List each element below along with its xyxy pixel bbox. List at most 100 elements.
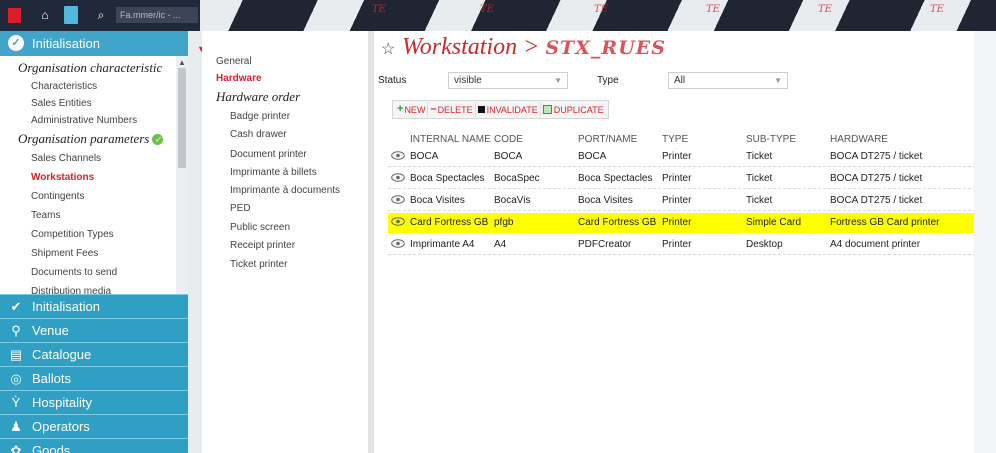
type-value: All [674, 75, 686, 86]
invalidate-button[interactable]: INVALIDATE [476, 102, 541, 117]
submenu-item-shipment-fees[interactable]: Shipment Fees [31, 248, 98, 259]
duplicate-button[interactable]: DUPLICATE [541, 102, 606, 117]
cell-type: Printer [662, 217, 692, 228]
column-header-hardware[interactable]: HARDWARE [830, 134, 888, 145]
column-header-code[interactable]: CODE [494, 134, 523, 145]
table-row[interactable]: Boca Spectacles BocaSpec Boca Spectacles Pr… [388, 169, 976, 189]
search-field[interactable]: Fa.mmer/ic - ... [116, 7, 198, 23]
nav-item-catalogue[interactable]: ▤ Catalogue [0, 342, 188, 366]
nav-item-venue[interactable]: ⚲ Venue [0, 318, 188, 342]
cell-hardware: BOCA DT275 / ticket [830, 151, 923, 162]
cell-sub-type: Ticket [746, 173, 773, 184]
submenu-item-sales-entities[interactable]: Sales Entities [31, 98, 92, 109]
menu-item-ticket-printer-fr[interactable]: Imprimante à billets [230, 167, 317, 178]
table-row[interactable]: Card Fortress GB pfgb Card Fortress GB Prin… [388, 213, 976, 233]
menu-item-cash-drawer[interactable]: Cash drawer [230, 129, 287, 140]
cell-sub-type: Desktop [746, 239, 783, 250]
menu-item-general[interactable]: General [216, 56, 252, 67]
panel-separator [188, 31, 202, 453]
logo-icon[interactable] [8, 8, 21, 23]
submenu-item-characteristics[interactable]: Characteristics [31, 81, 97, 92]
sidebar-section-initialisation[interactable]: ✓ Initialisation [0, 31, 188, 56]
cell-code: BocaVis [494, 195, 531, 206]
bank-icon[interactable]: ⌂ [38, 7, 52, 23]
search-icon[interactable]: ⌕ [94, 7, 108, 23]
menu-item-receipt-printer[interactable]: Receipt printer [230, 240, 295, 251]
nav-item-operators[interactable]: ♟ Operators [0, 414, 188, 438]
status-value: visible [454, 75, 482, 86]
submenu-item-teams[interactable]: Teams [31, 210, 60, 221]
column-header-port-name[interactable]: PORT/NAME [578, 134, 637, 145]
book-icon: ▤ [9, 347, 23, 362]
table-row[interactable]: Boca Visites BocaVis Boca Visites Printer Ti… [388, 191, 976, 211]
invalidate-button-label: INVALIDATE [486, 104, 538, 115]
nav-item-goods[interactable]: ✿ Goods [0, 438, 188, 453]
nav-item-hospitality[interactable]: Ỳ Hospitality [0, 390, 188, 414]
new-button-label: NEW [404, 104, 426, 115]
cell-internal-name: Imprimante A4 [410, 239, 475, 250]
watermark: TE [818, 4, 832, 15]
table-row[interactable]: BOCA BOCA BOCA Printer Ticket BOCA DT275 / ti… [388, 147, 976, 167]
column-header-sub-type[interactable]: SUB-TYPE [746, 134, 796, 145]
submenu-item-contingents[interactable]: Contingents [31, 191, 84, 202]
cell-hardware: BOCA DT275 / ticket [830, 173, 923, 184]
scroll-up-icon[interactable]: ▲ [176, 58, 188, 67]
cell-port-name: Boca Spectacles [578, 173, 653, 184]
cell-code: pfgb [494, 217, 514, 228]
nav-label: Hospitality [32, 395, 92, 410]
check-circle-icon: ✔ [10, 299, 22, 314]
submenu-item-documents-to-send[interactable]: Documents to send [31, 267, 117, 278]
action-toolbar: + NEW – DELETE INVALIDATE DUPLICATE [392, 100, 609, 119]
column-header-internal-name[interactable]: INTERNAL NAME [410, 134, 491, 145]
sidebar-submenu: Organisation characteristic Characterist… [0, 56, 188, 321]
submenu-item-workstations[interactable]: Workstations [31, 172, 94, 183]
cell-sub-type: Ticket [746, 151, 773, 162]
eye-icon[interactable] [391, 239, 405, 248]
menu-item-hardware[interactable]: Hardware [216, 73, 262, 84]
type-select[interactable]: All ▼ [668, 72, 788, 89]
column-header-type[interactable]: TYPE [662, 134, 688, 145]
eye-icon[interactable] [391, 151, 405, 160]
eye-icon[interactable] [391, 195, 405, 204]
status-label: Status [378, 75, 407, 86]
ballot-icon: ◎ [10, 371, 22, 386]
menu-item-document-printer-fr[interactable]: Imprimante à documents [230, 185, 340, 196]
menu-item-ped[interactable]: PED [230, 203, 251, 214]
type-label: Type [597, 75, 619, 86]
user-icon: ♟ [10, 419, 22, 434]
nav-item-initialisation[interactable]: ✔ Initialisation [0, 294, 188, 318]
table-row[interactable]: Imprimante A4 A4 PDFCreator Printer Desktop A… [388, 235, 976, 255]
nav-label: Venue [32, 323, 69, 338]
submenu-scrollbar[interactable]: ▲ ▼ [176, 56, 188, 321]
duplicate-icon [542, 105, 552, 114]
cell-code: A4 [494, 239, 507, 250]
delete-button[interactable]: – DELETE [428, 102, 476, 117]
cell-type: Printer [662, 239, 692, 250]
menu-item-public-screen[interactable]: Public screen [230, 222, 290, 233]
cell-type: Printer [662, 173, 692, 184]
duplicate-button-label: DUPLICATE [553, 104, 604, 115]
cell-port-name: Card Fortress GB [578, 217, 657, 228]
submenu-item-sales-channels[interactable]: Sales Channels [31, 153, 101, 164]
chevron-down-icon: ▼ [774, 76, 782, 85]
eye-icon[interactable] [391, 173, 405, 182]
square-icon [477, 106, 485, 113]
submenu-item-administrative-numbers[interactable]: Administrative Numbers [31, 115, 137, 126]
cell-port-name: PDFCreator [578, 239, 632, 250]
star-icon[interactable]: ☆ [381, 39, 395, 59]
scrollbar-thumb[interactable] [178, 68, 186, 168]
watermark: TE [372, 4, 386, 15]
eye-icon[interactable] [391, 217, 405, 226]
menu-item-badge-printer[interactable]: Badge printer [230, 111, 290, 122]
menu-item-ticket-printer[interactable]: Ticket printer [230, 259, 287, 270]
cell-internal-name: Boca Visites [410, 195, 465, 206]
nav-item-ballots[interactable]: ◎ Ballots [0, 366, 188, 390]
menu-item-document-printer[interactable]: Document printer [230, 149, 307, 160]
new-button[interactable]: + NEW [395, 102, 429, 117]
page-title: Workstation > STX_RUES [402, 34, 666, 61]
watermark: TE [706, 4, 720, 15]
page-title-prefix: Workstation > [402, 34, 546, 60]
submenu-item-competition-types[interactable]: Competition Types [31, 229, 114, 240]
document-icon[interactable] [64, 6, 78, 24]
status-select[interactable]: visible ▼ [448, 72, 568, 89]
